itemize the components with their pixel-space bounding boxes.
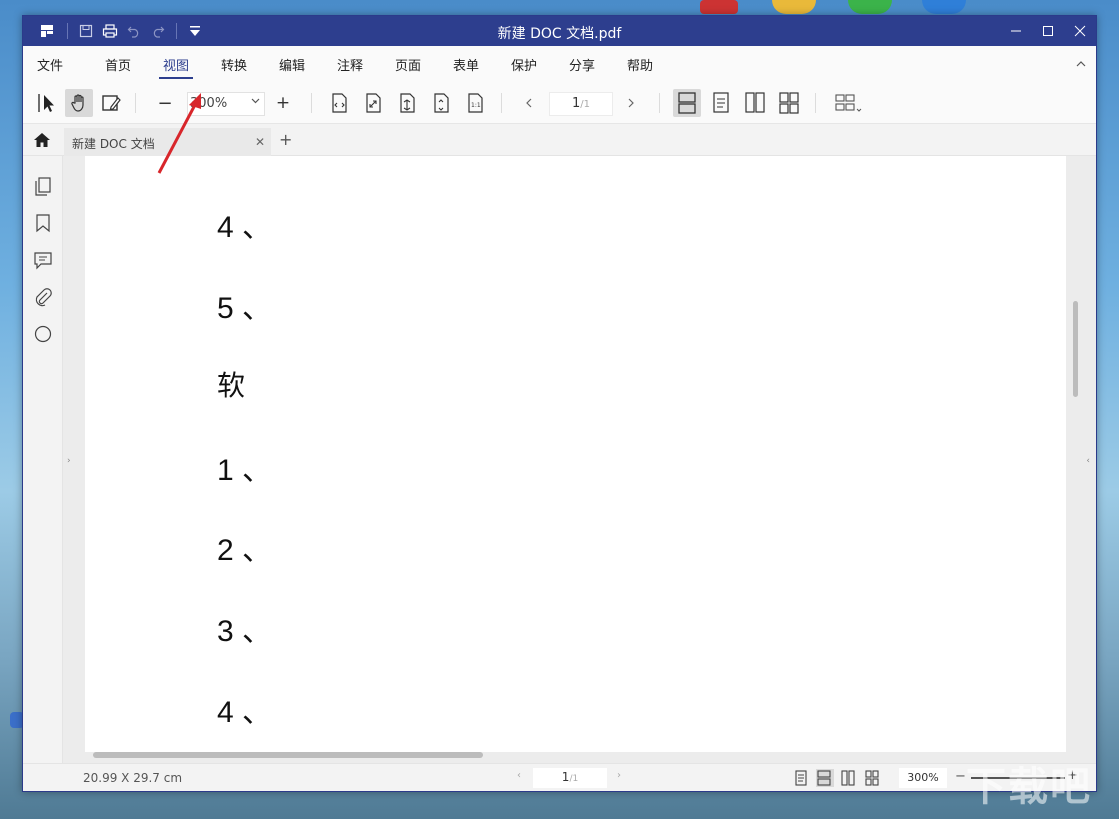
menu-form[interactable]: 表单 — [453, 55, 479, 74]
continuous-page-icon[interactable] — [673, 89, 701, 117]
menu-comment[interactable]: 注释 — [337, 55, 363, 74]
window-title: 新建 DOC 文档.pdf — [497, 26, 622, 42]
continuous-page-icon[interactable] — [816, 769, 834, 787]
single-page-icon[interactable] — [793, 769, 811, 787]
page-dimensions: 20.99 X 29.7 cm — [83, 771, 183, 785]
close-icon[interactable]: ✕ — [255, 135, 265, 149]
menu-page[interactable]: 页面 — [395, 55, 421, 74]
desktop-icon — [700, 0, 738, 14]
divider — [501, 93, 502, 113]
divider — [311, 93, 312, 113]
vertical-scrollbar[interactable] — [1073, 301, 1078, 397]
document-line: 5 、 — [217, 292, 273, 325]
chevron-right-icon[interactable]: › — [67, 456, 71, 466]
home-icon[interactable] — [33, 132, 51, 152]
zoom-out-icon[interactable]: − — [955, 769, 966, 784]
divider — [815, 93, 816, 113]
two-page-icon[interactable] — [840, 769, 858, 787]
left-sidebar — [23, 156, 63, 763]
single-page-icon[interactable] — [707, 89, 735, 117]
prev-page-icon[interactable] — [515, 89, 543, 117]
maximize-button[interactable] — [1032, 16, 1064, 46]
fit-visible-icon[interactable] — [393, 89, 421, 117]
collapse-ribbon-icon[interactable] — [1076, 60, 1086, 71]
menu-home[interactable]: 首页 — [105, 55, 131, 74]
edit-tool-icon[interactable] — [97, 89, 125, 117]
grid-pages-icon[interactable] — [864, 769, 882, 787]
status-zoom-input[interactable]: 300% — [899, 768, 947, 788]
document-line: 4 、 — [217, 696, 273, 729]
watermark-logo: 下载吧 — [966, 764, 1092, 810]
status-total-pages: /1 — [569, 774, 579, 784]
menu-edit[interactable]: 编辑 — [279, 55, 305, 74]
grid-pages-icon[interactable] — [775, 89, 803, 117]
app-window: 新建 DOC 文档.pdf 文件 首页 视图 转换 编辑 注释 页面 表单 保护… — [22, 15, 1097, 792]
hand-tool-icon[interactable] — [65, 89, 93, 117]
menu-protect[interactable]: 保护 — [511, 55, 537, 74]
menu-convert[interactable]: 转换 — [221, 55, 247, 74]
new-tab-button[interactable]: + — [279, 130, 292, 149]
select-tool-icon[interactable] — [33, 89, 61, 117]
comment-icon[interactable] — [33, 250, 53, 270]
page-number-input[interactable]: 1/1 — [549, 92, 613, 116]
tab-label: 新建 DOC 文档 — [72, 137, 155, 151]
desktop-icon — [772, 0, 816, 14]
next-page-icon[interactable] — [617, 89, 645, 117]
chevron-down-icon — [251, 96, 260, 108]
menu-help[interactable]: 帮助 — [627, 55, 653, 74]
menu-share[interactable]: 分享 — [569, 55, 595, 74]
svg-text:1:1: 1:1 — [471, 102, 481, 109]
fit-page-icon[interactable] — [359, 89, 387, 117]
total-pages: /1 — [580, 99, 590, 110]
document-page: 4 、 5 、 软 1 、 2 、 3 、 4 、 — [85, 156, 1066, 752]
status-bar: 20.99 X 29.7 cm ‹ 1/1 › 300% − + — [23, 763, 1096, 791]
document-line: 1 、 — [217, 454, 273, 487]
desktop-icon — [848, 0, 892, 14]
document-line: 2 、 — [217, 534, 273, 567]
attachment-icon[interactable] — [33, 287, 53, 307]
minimize-button[interactable] — [1000, 16, 1032, 46]
zoom-in-button[interactable]: + — [269, 89, 297, 117]
annotation-arrow-icon — [157, 93, 201, 174]
fit-height-icon[interactable] — [427, 89, 455, 117]
chevron-left-icon[interactable]: ‹ — [1086, 456, 1090, 466]
document-line: 软 — [217, 369, 246, 402]
document-line: 4 、 — [217, 211, 273, 244]
divider — [659, 93, 660, 113]
prev-page-icon[interactable]: ‹ — [517, 770, 521, 781]
fit-width-icon[interactable] — [325, 89, 353, 117]
menu-bar: 文件 首页 视图 转换 编辑 注释 页面 表单 保护 分享 帮助 — [23, 46, 1096, 82]
desktop-icon — [922, 0, 966, 14]
divider — [135, 93, 136, 113]
thumbnails-icon[interactable] — [33, 176, 53, 196]
document-line: 3 、 — [217, 615, 273, 648]
actual-size-icon[interactable]: 1:1 — [461, 89, 489, 117]
horizontal-scrollbar[interactable] — [93, 752, 483, 758]
menu-file[interactable]: 文件 — [37, 55, 63, 74]
layout-options-icon[interactable] — [831, 89, 867, 117]
status-page-input[interactable]: 1/1 — [533, 768, 607, 788]
close-button[interactable] — [1064, 16, 1096, 46]
title-bar: 新建 DOC 文档.pdf — [23, 16, 1096, 46]
two-page-icon[interactable] — [741, 89, 769, 117]
next-page-icon[interactable]: › — [617, 770, 621, 781]
menu-view[interactable]: 视图 — [158, 55, 194, 79]
search-icon[interactable] — [33, 324, 53, 344]
bookmark-icon[interactable] — [33, 213, 53, 233]
